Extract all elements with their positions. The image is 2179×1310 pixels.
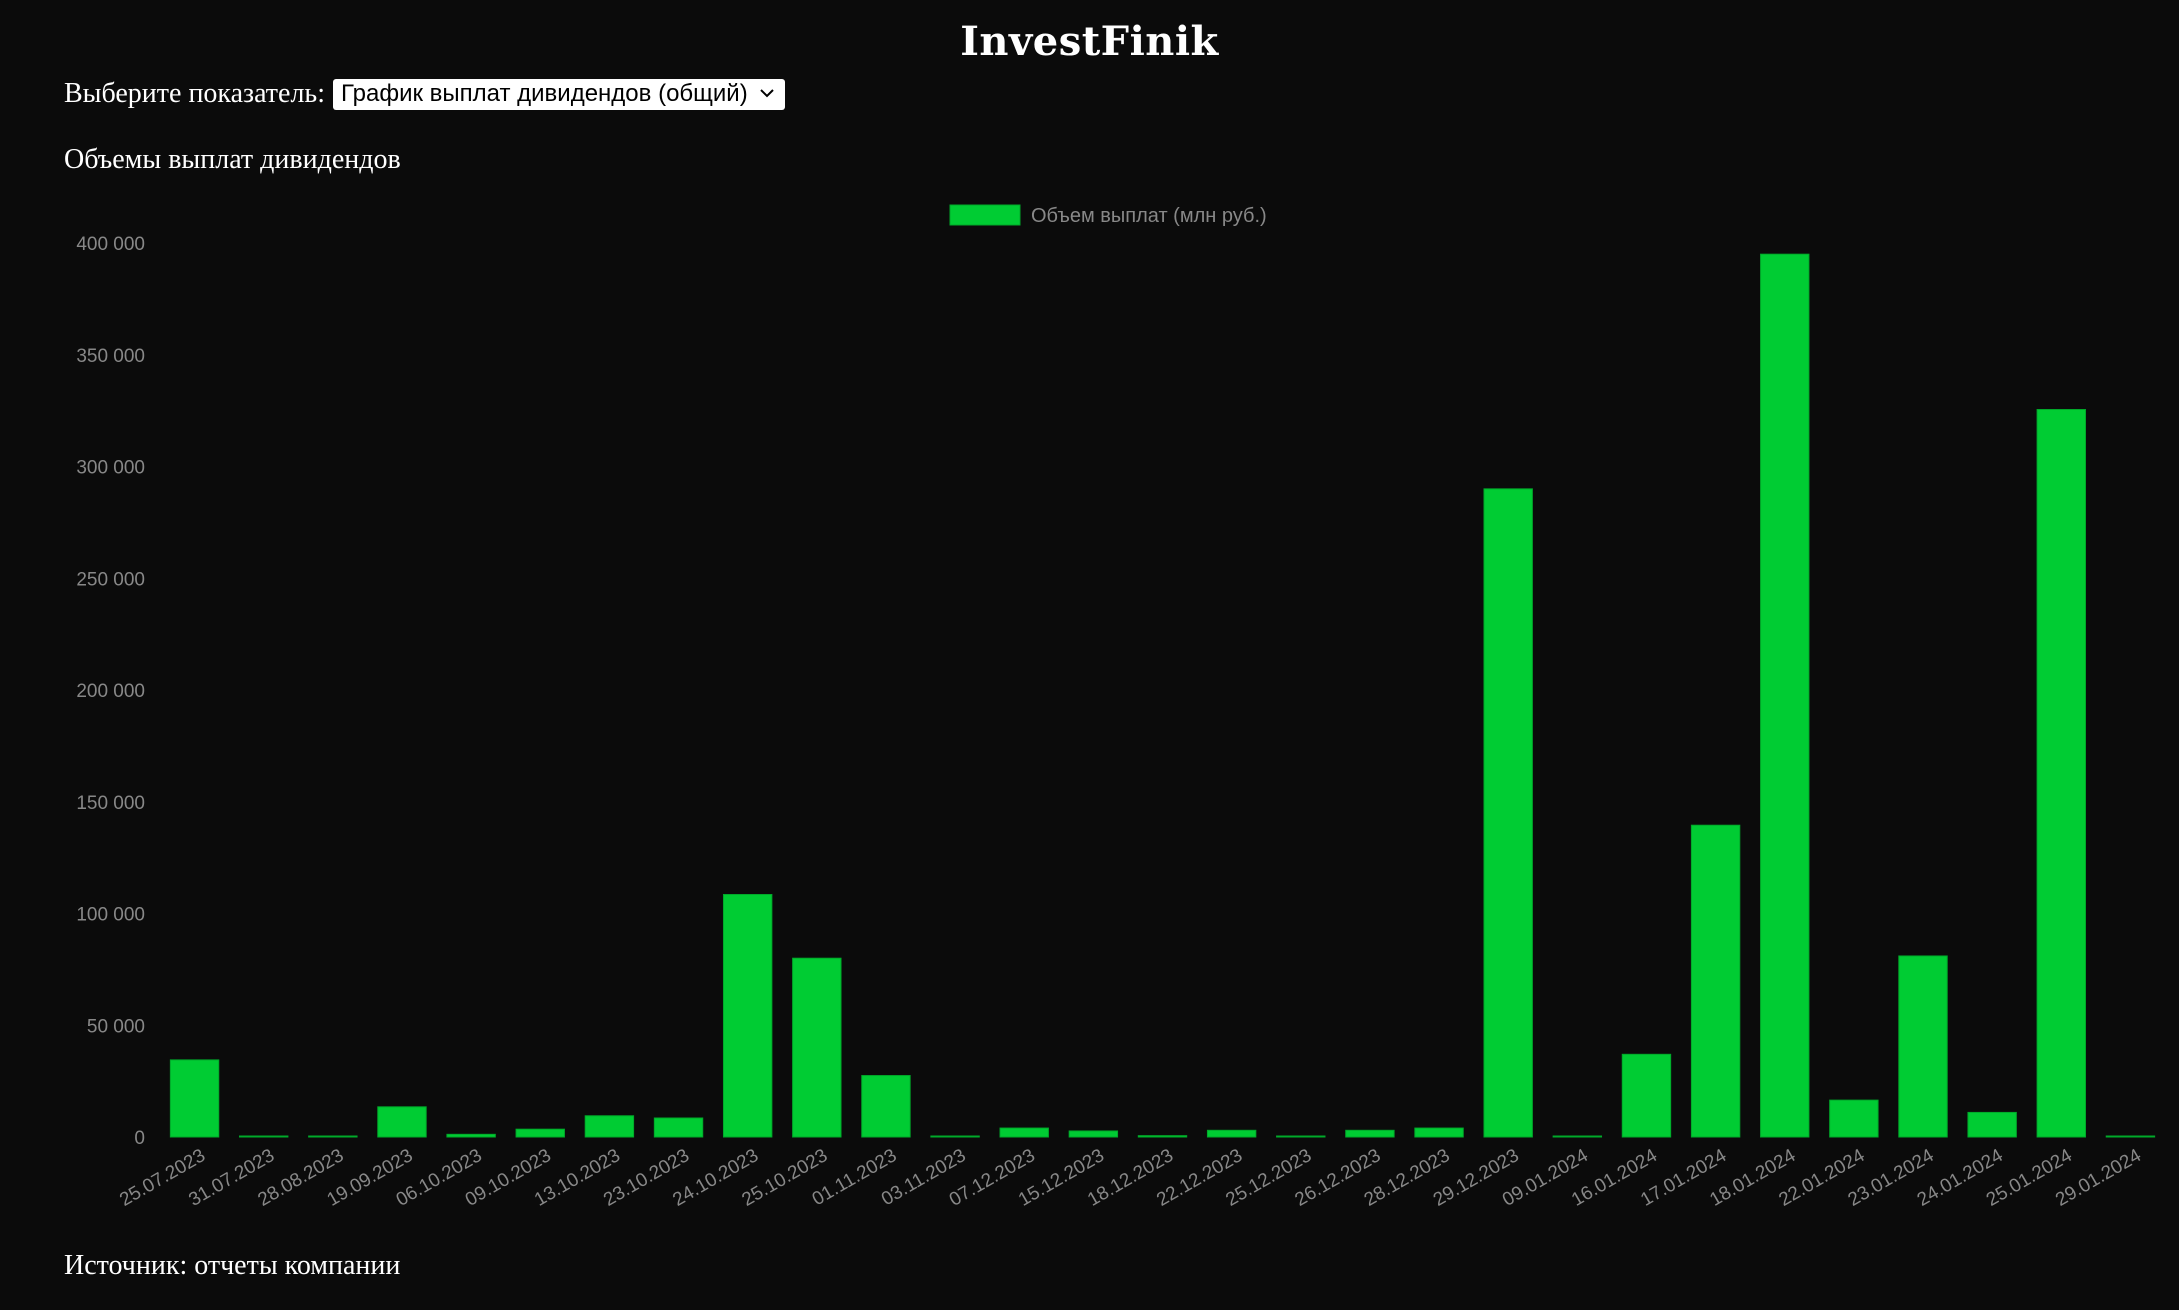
y-tick-label: 50 000 [87, 1016, 145, 1037]
metric-selector-label: Выберите показатель: [64, 78, 325, 109]
metric-selector-row: Выберите показатель: График выплат дивид… [64, 78, 785, 110]
y-tick-label: 150 000 [76, 793, 145, 814]
bar[interactable] [1206, 1129, 1257, 1138]
y-tick-label: 250 000 [76, 569, 145, 590]
bar[interactable] [1621, 1053, 1672, 1138]
source-note: Источник: отчеты компании [64, 1250, 401, 1281]
bar[interactable] [930, 1135, 980, 1138]
chart-heading: Объемы выплат дивидендов [64, 144, 401, 175]
metric-select-value: График выплат дивидендов (общий) [340, 80, 748, 107]
bar[interactable] [239, 1135, 289, 1138]
bar[interactable] [1967, 1111, 2017, 1138]
bar[interactable] [653, 1117, 704, 1138]
bar[interactable] [446, 1133, 496, 1138]
bar[interactable] [722, 894, 773, 1138]
y-axis: 0 50 000 100 000 150 000 200 000 250 000 300 0… [76, 234, 145, 1149]
legend[interactable]: Объем выплат (млн руб.) [949, 204, 1267, 227]
bar[interactable] [1552, 1135, 1603, 1138]
bar[interactable] [1760, 253, 1810, 1138]
bar[interactable] [999, 1127, 1049, 1138]
y-tick-label: 300 000 [76, 458, 145, 479]
bar[interactable] [792, 957, 842, 1138]
bar[interactable] [308, 1135, 358, 1138]
bar[interactable] [1829, 1099, 1879, 1138]
y-tick-label: 400 000 [76, 234, 145, 255]
chevron-down-icon [760, 88, 774, 97]
bar[interactable] [1068, 1130, 1119, 1138]
bar[interactable] [1137, 1135, 1188, 1138]
y-tick-label: 100 000 [76, 905, 145, 926]
x-axis: 25.07.202331.07.202328.08.202319.09.2023… [116, 1145, 2145, 1211]
dividend-bar-chart: Объем выплат (млн руб.) 0 50 000 100 000 15… [76, 204, 2156, 1211]
bar[interactable] [861, 1075, 911, 1138]
bar[interactable] [584, 1115, 635, 1138]
bar[interactable] [1690, 824, 1741, 1138]
bar[interactable] [2036, 409, 2086, 1138]
metric-select[interactable]: График выплат дивидендов (общий) [332, 78, 785, 110]
legend-swatch [949, 204, 1021, 226]
y-tick-label: 200 000 [76, 681, 145, 702]
bar[interactable] [169, 1059, 220, 1138]
bar[interactable] [377, 1106, 427, 1138]
bar[interactable] [1345, 1129, 1395, 1138]
bar[interactable] [515, 1128, 565, 1138]
bars [169, 253, 2156, 1138]
bar[interactable] [1898, 955, 1948, 1138]
bar[interactable] [2105, 1135, 2156, 1138]
y-tick-label: 350 000 [76, 346, 145, 367]
bar[interactable] [1414, 1127, 1464, 1138]
bar[interactable] [1483, 488, 1533, 1138]
y-tick-label: 0 [134, 1128, 145, 1149]
bar[interactable] [1276, 1135, 1326, 1138]
legend-label: Объем выплат (млн руб.) [1031, 205, 1267, 227]
site-title: InvestFinik [960, 18, 1219, 65]
